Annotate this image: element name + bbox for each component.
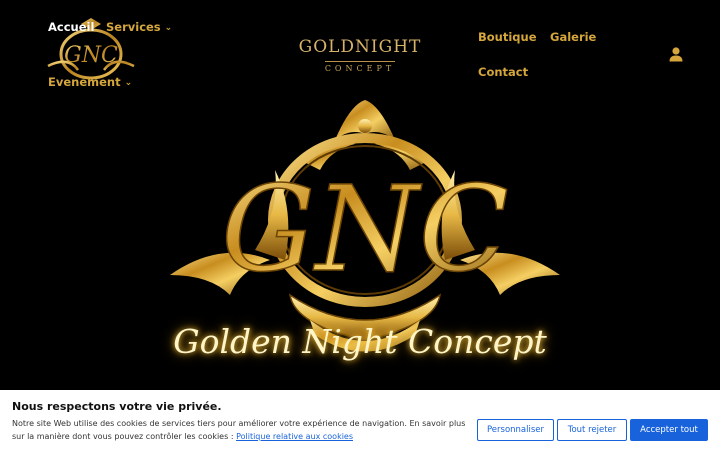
nav-accueil-label: Accueil bbox=[48, 20, 95, 34]
brand-subtitle: CONCEPT bbox=[324, 61, 396, 73]
reject-all-button[interactable]: Tout rejeter bbox=[557, 419, 627, 441]
nav-evenement[interactable]: Evenement ⌄ bbox=[48, 75, 132, 89]
nav-boutique[interactable]: Boutique bbox=[478, 30, 537, 44]
nav-galerie[interactable]: Galerie bbox=[550, 30, 596, 44]
nav-accueil[interactable]: Accueil bbox=[48, 20, 94, 34]
hero-initials: GNC bbox=[221, 160, 509, 298]
cookie-title: Nous respectons votre vie privée. bbox=[12, 400, 222, 413]
nav-services[interactable]: Services ⌄ bbox=[106, 20, 172, 34]
customize-button[interactable]: Personnaliser bbox=[477, 419, 554, 441]
cookie-banner: Nous respectons votre vie privée. Notre … bbox=[0, 390, 720, 450]
cookie-description: Notre site Web utilise des cookies de se… bbox=[12, 418, 467, 443]
accept-all-button[interactable]: Accepter tout bbox=[630, 419, 708, 441]
nav-contact[interactable]: Contact bbox=[478, 65, 528, 79]
corner-logo-initials: GNC bbox=[64, 43, 118, 68]
brand-name: GOLDNIGHT bbox=[298, 37, 422, 57]
hero-tagline: Golden Night Concept bbox=[173, 322, 547, 361]
cookie-policy-link[interactable]: Politique relative aux cookies bbox=[236, 432, 353, 441]
nav-evenement-label: Evenement bbox=[48, 75, 121, 89]
brand-logo[interactable]: GOLDNIGHT CONCEPT bbox=[285, 38, 435, 75]
user-account-icon[interactable] bbox=[668, 46, 684, 62]
nav-services-label: Services bbox=[106, 20, 161, 34]
chevron-down-icon: ⌄ bbox=[164, 23, 173, 33]
chevron-down-icon: ⌄ bbox=[124, 78, 133, 88]
